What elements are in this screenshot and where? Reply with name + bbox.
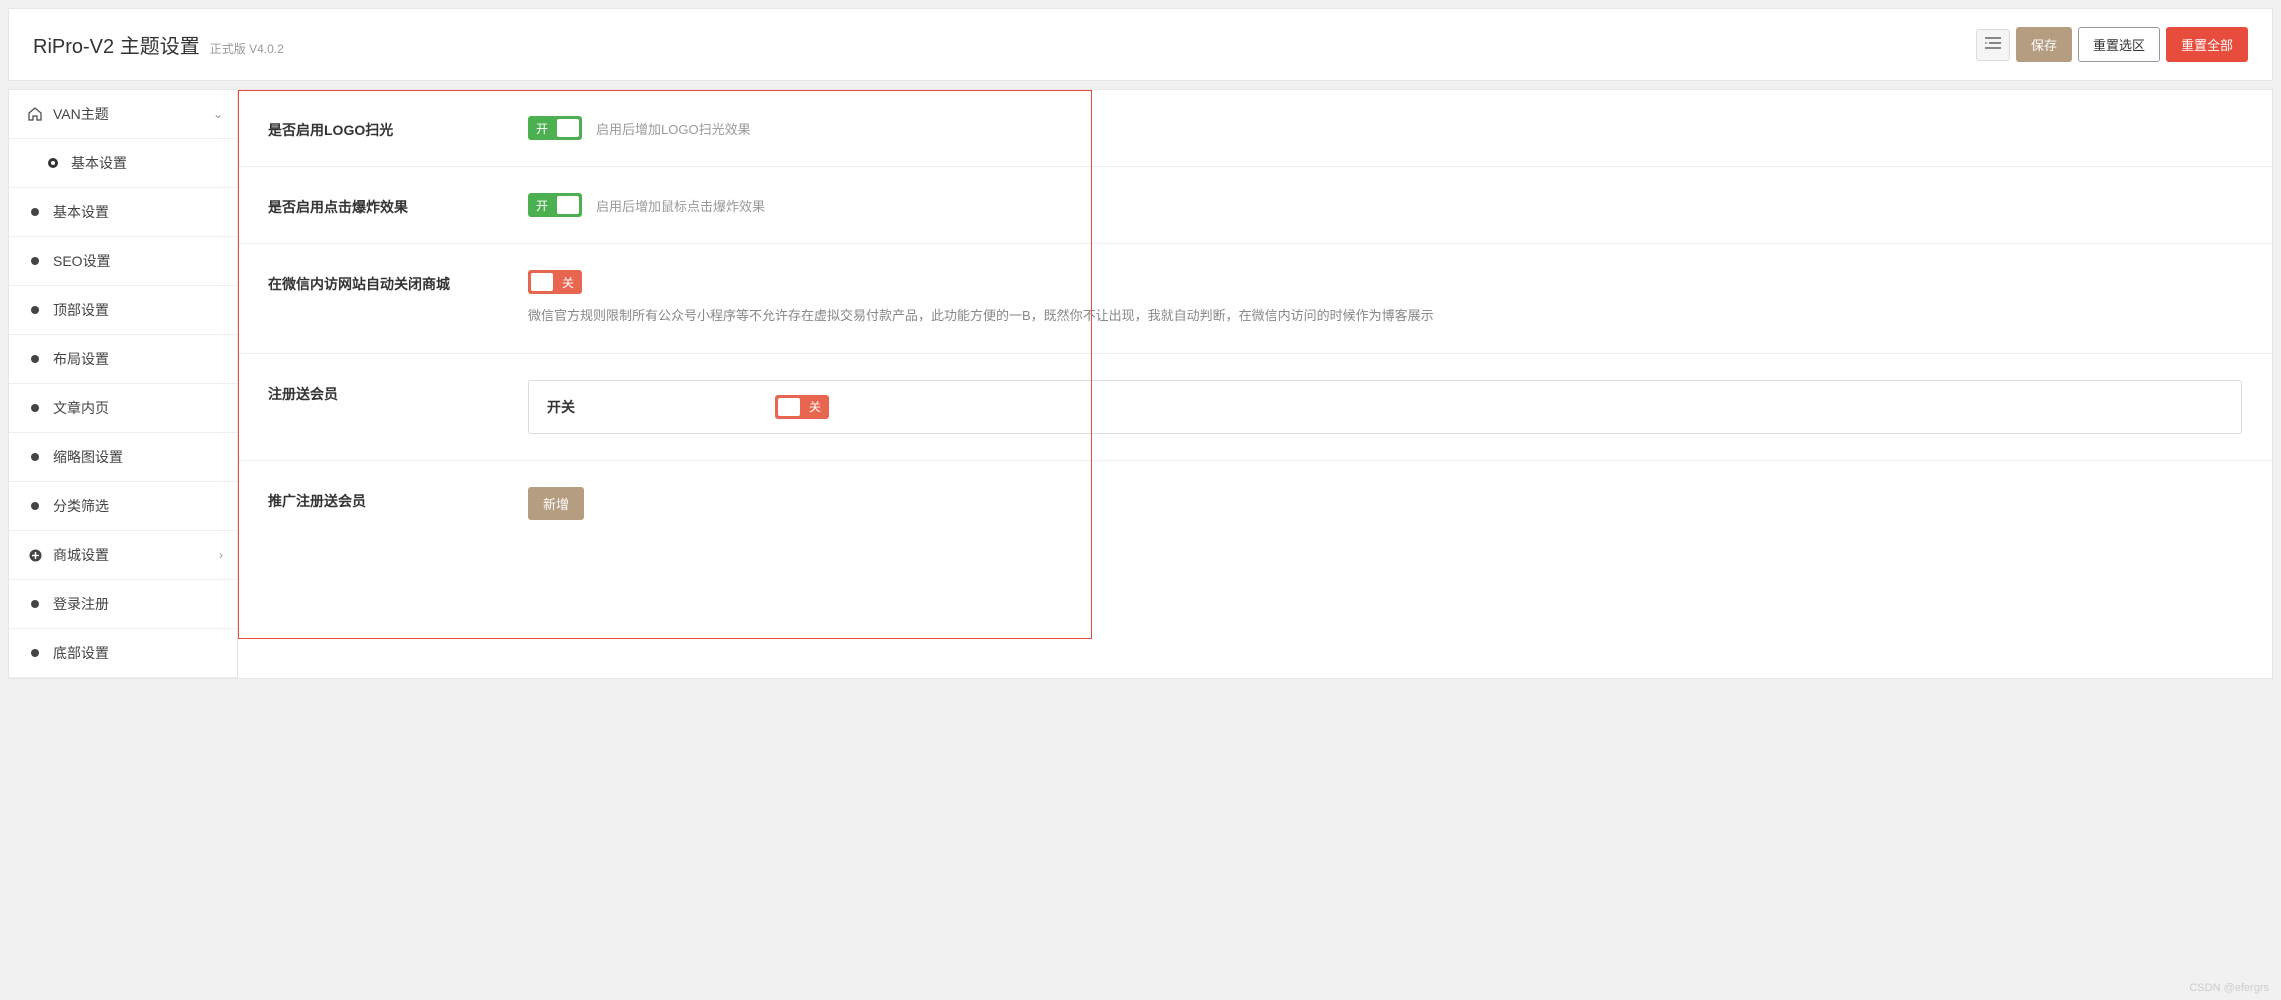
page-title: RiPro-V2 主题设置 (33, 30, 200, 59)
sidebar-item-top[interactable]: 顶部设置 (9, 286, 237, 335)
sidebar-label: 分类筛选 (53, 496, 109, 516)
toggle-knob (557, 196, 579, 214)
label-promo-register: 推广注册送会员 (268, 487, 528, 511)
toggle-register-gift[interactable]: 关 (775, 395, 829, 419)
home-icon (27, 106, 43, 122)
nested-register-box: 开关 关 (528, 380, 2242, 434)
toggle-click-explode[interactable]: 开 (528, 193, 582, 217)
row-click-explode: 是否启用点击爆炸效果 开 启用后增加鼠标点击爆炸效果 (238, 167, 2272, 244)
toggle-text: 关 (562, 274, 574, 291)
header-bar: RiPro-V2 主题设置 正式版 V4.0.2 保存 重置选区 重置全部 (8, 8, 2273, 81)
hint-logo-sweep: 启用后增加LOGO扫光效果 (596, 119, 751, 138)
watermark: CSDN @efergrs (2189, 982, 2269, 994)
row-promo-register: 推广注册送会员 新增 (238, 461, 2272, 546)
sidebar-label: 基本设置 (71, 153, 127, 173)
collapse-button[interactable] (1976, 29, 2010, 61)
toggle-logo-sweep[interactable]: 开 (528, 116, 582, 140)
sidebar-label: 底部设置 (53, 643, 109, 663)
collapse-icon (1985, 37, 2001, 52)
toggle-knob (557, 119, 579, 137)
toggle-text: 开 (536, 197, 548, 214)
chevron-right-icon: › (219, 548, 223, 562)
sidebar-item-basic-child[interactable]: 基本设置 (9, 139, 237, 188)
sidebar: VAN主题 ⌄ 基本设置 基本设置 SEO设置 顶部设置 (8, 89, 238, 679)
bullet-icon (27, 400, 43, 416)
sidebar-item-article[interactable]: 文章内页 (9, 384, 237, 433)
label-click-explode: 是否启用点击爆炸效果 (268, 193, 528, 217)
header-actions: 保存 重置选区 重置全部 (1976, 27, 2248, 62)
toggle-knob (778, 398, 800, 416)
gear-filled-icon (45, 155, 61, 171)
main-panel: 是否启用LOGO扫光 开 启用后增加LOGO扫光效果 是否启用点击爆炸效果 (238, 89, 2273, 679)
sidebar-label: 商城设置 (53, 545, 109, 565)
add-promo-button[interactable]: 新增 (528, 487, 584, 520)
bullet-icon (27, 645, 43, 661)
bullet-icon (27, 351, 43, 367)
row-logo-sweep: 是否启用LOGO扫光 开 启用后增加LOGO扫光效果 (238, 90, 2272, 167)
hint-click-explode: 启用后增加鼠标点击爆炸效果 (596, 196, 765, 215)
plus-circle-icon (27, 547, 43, 563)
toggle-text: 开 (536, 120, 548, 137)
sidebar-item-seo[interactable]: SEO设置 (9, 237, 237, 286)
bullet-icon (27, 449, 43, 465)
sidebar-label: 文章内页 (53, 398, 109, 418)
sidebar-label: SEO设置 (53, 251, 111, 271)
nested-label: 开关 (547, 397, 575, 417)
row-register-gift: 注册送会员 开关 关 (238, 354, 2272, 461)
chevron-down-icon: ⌄ (213, 107, 223, 121)
bullet-icon (27, 204, 43, 220)
sidebar-label: 基本设置 (53, 202, 109, 222)
sidebar-label: 登录注册 (53, 594, 109, 614)
desc-wechat-close: 微信官方规则限制所有公众号小程序等不允许存在虚拟交易付款产品，此功能方便的一B，… (528, 306, 2242, 327)
save-button[interactable]: 保存 (2016, 27, 2072, 62)
sidebar-item-thumbnail[interactable]: 缩略图设置 (9, 433, 237, 482)
bullet-icon (27, 498, 43, 514)
label-register-gift: 注册送会员 (268, 380, 528, 404)
version-label: 正式版 V4.0.2 (210, 40, 284, 57)
sidebar-item-category[interactable]: 分类筛选 (9, 482, 237, 531)
bullet-icon (27, 596, 43, 612)
reset-all-button[interactable]: 重置全部 (2166, 27, 2248, 62)
sidebar-item-footer[interactable]: 底部设置 (9, 629, 237, 678)
sidebar-item-shop[interactable]: 商城设置 › (9, 531, 237, 580)
sidebar-label: 布局设置 (53, 349, 109, 369)
reset-section-button[interactable]: 重置选区 (2078, 27, 2160, 62)
label-wechat-close: 在微信内访网站自动关闭商城 (268, 270, 528, 294)
bullet-icon (27, 302, 43, 318)
sidebar-item-login[interactable]: 登录注册 (9, 580, 237, 629)
sidebar-item-van-theme[interactable]: VAN主题 ⌄ (9, 90, 237, 139)
sidebar-label: 缩略图设置 (53, 447, 123, 467)
label-logo-sweep: 是否启用LOGO扫光 (268, 116, 528, 140)
toggle-text: 关 (809, 398, 821, 415)
bullet-icon (27, 253, 43, 269)
toggle-wechat-close[interactable]: 关 (528, 270, 582, 294)
sidebar-item-basic[interactable]: 基本设置 (9, 188, 237, 237)
row-wechat-close: 在微信内访网站自动关闭商城 关 微信官方规则限制所有公众号小程序等不允许存在虚拟… (238, 244, 2272, 354)
sidebar-item-layout[interactable]: 布局设置 (9, 335, 237, 384)
sidebar-label: VAN主题 (53, 104, 109, 124)
header-left: RiPro-V2 主题设置 正式版 V4.0.2 (33, 30, 284, 59)
toggle-knob (531, 273, 553, 291)
sidebar-label: 顶部设置 (53, 300, 109, 320)
